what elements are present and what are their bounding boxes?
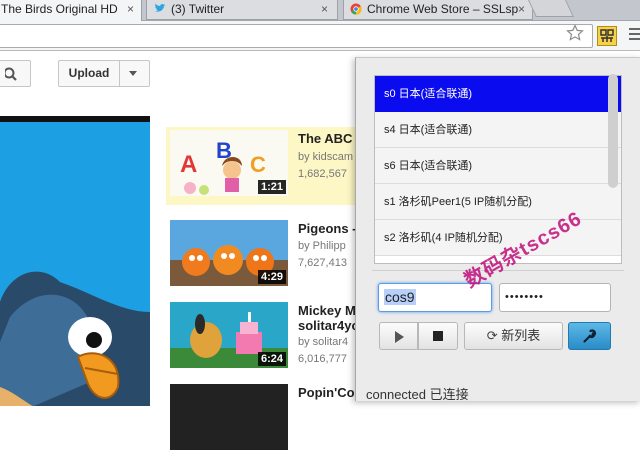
twitter-bird-icon: [155, 3, 166, 12]
tab-label: Chrome Web Store – SSLsp: [367, 2, 519, 16]
settings-button[interactable]: [568, 322, 611, 350]
stop-button[interactable]: [418, 322, 458, 350]
server-list-scrollbar[interactable]: [608, 74, 618, 188]
refresh-icon: ⟳: [486, 328, 498, 343]
upload-button[interactable]: Upload: [58, 60, 150, 87]
tab-strip: The Birds Original HD × (3) Twitter × Ch…: [0, 0, 640, 21]
video-thumbnail[interactable]: 4:29: [170, 220, 288, 286]
password-field[interactable]: ••••••••: [499, 283, 611, 312]
video-thumbnail[interactable]: A B C 1:21: [170, 130, 288, 196]
menu-icon[interactable]: [629, 28, 640, 43]
video-item[interactable]: A B C 1:21 The ABC by kidscam 1,682,567: [166, 127, 366, 205]
new-tab-button[interactable]: [528, 0, 574, 17]
video-thumbnail[interactable]: 6:24: [170, 302, 288, 368]
upload-label: Upload: [59, 61, 120, 86]
video-item[interactable]: 6:24 Mickey M solitar4yo by solitar4 6,0…: [166, 299, 366, 377]
server-item[interactable]: s1 洛杉矶Peer1(5 IP随机分配): [375, 184, 621, 220]
tab-chrome-web-store[interactable]: Chrome Web Store – SSLsp ×: [343, 0, 533, 20]
video-channel[interactable]: by solitar4: [298, 336, 348, 348]
tab-close-icon[interactable]: ×: [127, 0, 134, 18]
video-title[interactable]: Mickey M: [298, 303, 356, 318]
extension-glyph-icon: [600, 29, 614, 42]
search-button[interactable]: [0, 60, 31, 87]
video-item[interactable]: Popin'Co: [166, 381, 366, 459]
video-title[interactable]: The ABC: [298, 131, 352, 146]
svg-text:A: A: [180, 151, 197, 178]
video-channel[interactable]: by kidscam: [298, 151, 353, 163]
video-views: 7,627,413: [298, 257, 347, 269]
browser-toolbar: [0, 21, 640, 51]
video-item[interactable]: 4:29 Pigeons - by Philipp 7,627,413: [166, 217, 366, 295]
proxy-extension-icon[interactable]: [597, 26, 617, 46]
svg-text:C: C: [250, 152, 266, 177]
username-value: cos9: [384, 289, 416, 305]
play-icon: [394, 331, 404, 343]
server-item[interactable]: s6 日本(适合联通): [375, 148, 621, 184]
tab-label: (3) Twitter: [171, 2, 225, 16]
tab-label: The Birds Original HD: [1, 2, 118, 16]
bird-cartoon-image: [0, 122, 150, 406]
tab-the-birds[interactable]: The Birds Original HD ×: [0, 0, 142, 21]
video-player[interactable]: [0, 116, 150, 406]
server-item[interactable]: s0 日本(适合联通): [375, 76, 621, 112]
video-views: 6,016,777: [298, 353, 347, 365]
video-duration: 1:21: [257, 180, 286, 194]
refresh-label: 新列表: [501, 328, 541, 343]
play-button[interactable]: [379, 322, 418, 350]
tab-close-icon[interactable]: ×: [518, 0, 525, 18]
video-views: 1,682,567: [298, 168, 347, 180]
video-subtitle[interactable]: solitar4yo: [298, 318, 359, 333]
video-channel[interactable]: by Philipp: [298, 240, 346, 252]
tab-close-icon[interactable]: ×: [321, 0, 328, 18]
proxy-extension-popup: s0 日本(适合联通) s4 日本(适合联通) s6 日本(适合联通) s1 洛…: [355, 57, 640, 401]
address-bar[interactable]: [0, 24, 593, 48]
chrome-icon: [350, 3, 362, 15]
video-title[interactable]: Popin'Co: [298, 385, 355, 400]
bookmark-star-icon[interactable]: [566, 24, 584, 42]
stop-icon: [433, 331, 443, 341]
refresh-list-button[interactable]: ⟳ 新列表: [464, 322, 563, 350]
tab-twitter[interactable]: (3) Twitter ×: [146, 0, 338, 20]
search-icon: [5, 67, 17, 81]
server-item[interactable]: s4 日本(适合联通): [375, 112, 621, 148]
video-thumbnail[interactable]: [170, 384, 288, 450]
chevron-down-icon[interactable]: [129, 71, 137, 76]
video-duration: 4:29: [257, 270, 286, 284]
password-mask: ••••••••: [505, 291, 544, 303]
video-duration: 6:24: [257, 352, 286, 366]
video-title[interactable]: Pigeons -: [298, 221, 357, 236]
connection-status: connected 已连接: [366, 387, 469, 401]
server-list[interactable]: s0 日本(适合联通) s4 日本(适合联通) s6 日本(适合联通) s1 洛…: [374, 75, 622, 264]
wrench-icon: [582, 329, 596, 343]
